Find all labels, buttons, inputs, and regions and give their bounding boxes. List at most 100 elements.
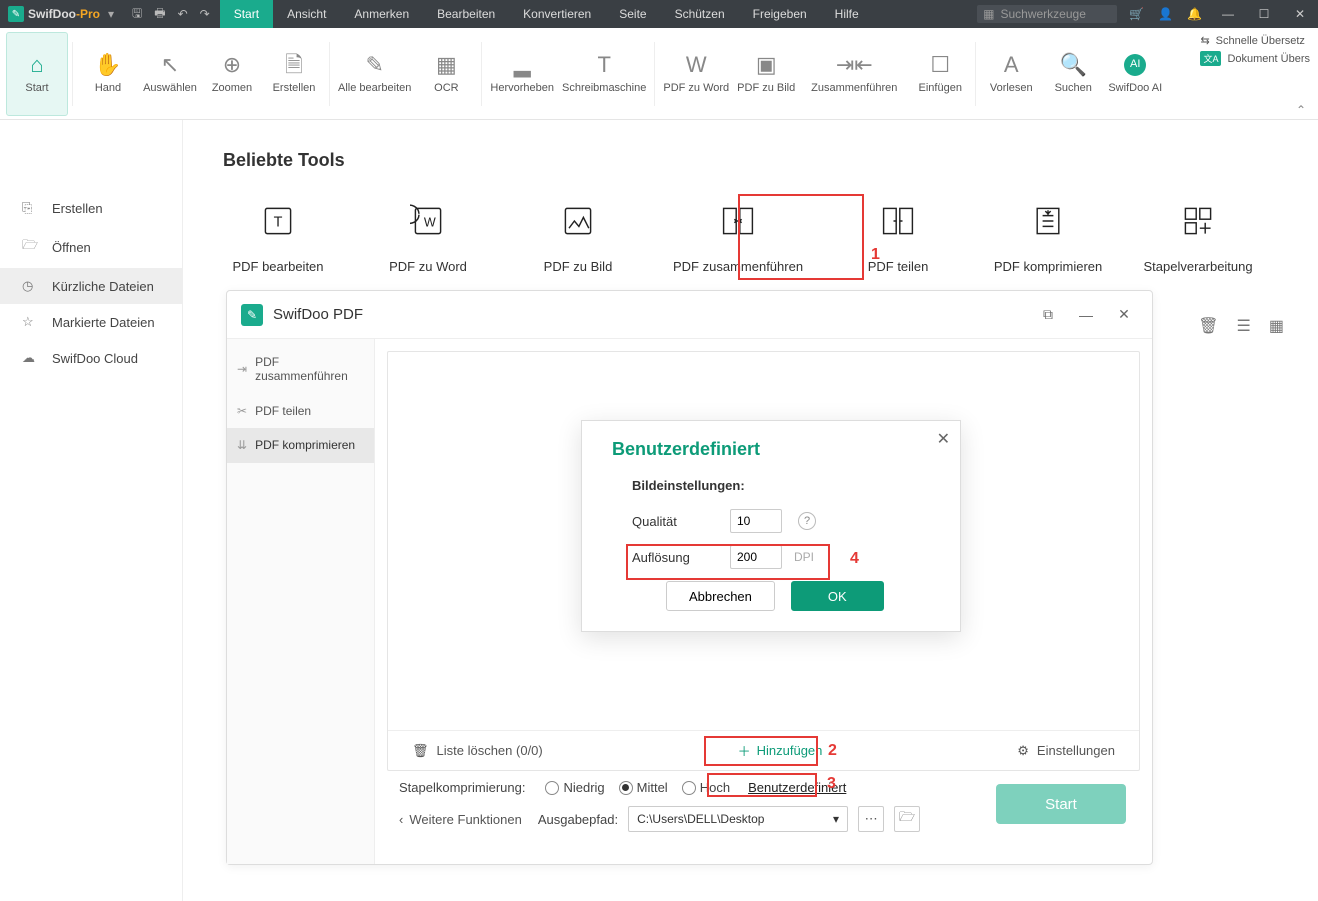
maximize-button[interactable]: ☐ [1246, 0, 1282, 28]
tool-pdf-word[interactable]: WPDF zu Word [373, 201, 483, 274]
radio-high[interactable]: Hoch [682, 780, 730, 795]
start-button[interactable]: Start [996, 784, 1126, 824]
zoom-icon: ⊕ [223, 54, 241, 76]
quality-input[interactable] [730, 509, 782, 533]
ribbon-merge[interactable]: ⇥⇤Zusammenführen [799, 32, 909, 116]
ribbon-edit-all[interactable]: ✎Alle bearbeiten [334, 32, 415, 116]
search-tools[interactable]: ▦ Suchwerkzeuge [977, 5, 1117, 23]
modal-sidebar: ⇥PDF zusammenführen ✂PDF teilen ⇊PDF kom… [227, 339, 375, 864]
ribbon-pdf-image[interactable]: ▣PDF zu Bild [733, 32, 799, 116]
modal-close-icon[interactable]: ✕ [1110, 306, 1138, 323]
browse-folder-button[interactable]: 🗁 [894, 806, 920, 832]
menu-freigeben[interactable]: Freigeben [739, 0, 821, 28]
quality-help-icon[interactable]: ? [798, 512, 816, 530]
ok-button[interactable]: OK [791, 581, 884, 611]
ribbon-zoom[interactable]: ⊕Zoomen [201, 32, 263, 116]
ribbon-pdf-word[interactable]: WPDF zu Word [659, 32, 733, 116]
dpi-label: DPI [794, 550, 814, 564]
tool-pdf-compress[interactable]: PDF komprimieren [993, 201, 1103, 274]
modal-popout-icon[interactable]: ⧉ [1034, 306, 1062, 323]
ribbon-label: OCR [434, 82, 458, 94]
sidebar-open[interactable]: 🗁Öffnen [0, 226, 182, 268]
menu-ansicht[interactable]: Ansicht [273, 0, 340, 28]
ribbon-insert[interactable]: ☐Einfügen [909, 32, 971, 116]
minimize-button[interactable]: ― [1210, 0, 1246, 28]
doc-translate[interactable]: 文ADokument Übers [1200, 51, 1310, 66]
print-icon[interactable]: 🖶 [154, 4, 165, 25]
ribbon-typewriter[interactable]: TSchreibmaschine [558, 32, 650, 116]
ribbon-read[interactable]: AVorlesen [980, 32, 1042, 116]
chevron-left-icon: ‹ [399, 812, 403, 827]
modal-minimize-icon[interactable]: ― [1072, 307, 1100, 323]
tool-pdf-split[interactable]: PDF teilen [843, 201, 953, 274]
star-icon: ☆ [22, 314, 38, 330]
menu-schuetzen[interactable]: Schützen [661, 0, 739, 28]
resolution-input[interactable] [730, 545, 782, 569]
list-view-icon[interactable]: ☰ [1237, 316, 1251, 336]
tool-pdf-merge[interactable]: PDF zusammenführen [673, 201, 803, 274]
ribbon-search[interactable]: 🔍Suchen [1042, 32, 1104, 116]
ribbon-highlight[interactable]: ▂Hervorheben [486, 32, 558, 116]
trash-small-icon: 🗑 [412, 743, 429, 759]
output-label: Ausgabepfad: [538, 812, 618, 827]
ribbon-label: Suchen [1055, 82, 1092, 94]
menu-seite[interactable]: Seite [605, 0, 660, 28]
sidebar-starred[interactable]: ☆Markierte Dateien [0, 304, 182, 340]
ribbon-label: PDF zu Word [663, 82, 729, 94]
highlight-icon: ▂ [514, 54, 531, 76]
merge-small-icon: ⇥ [237, 362, 247, 376]
custom-dialog-close-icon[interactable]: ✕ [937, 429, 950, 449]
close-button[interactable]: ✕ [1282, 0, 1318, 28]
ribbon-start[interactable]: ⌂Start [6, 32, 68, 116]
back-link[interactable]: ‹Weitere Funktionen [399, 812, 522, 827]
output-path-select[interactable]: C:\Users\DELL\Desktop▾ [628, 806, 848, 832]
sidebar-create[interactable]: ⎘Erstellen [0, 190, 182, 226]
custom-link[interactable]: Benutzerdefiniert [744, 779, 850, 796]
ribbon-collapse-icon[interactable]: ⌃ [1296, 103, 1306, 117]
clear-list-button[interactable]: 🗑Liste löschen (0/0) [412, 743, 543, 759]
tool-pdf-edit[interactable]: TPDF bearbeiten [223, 201, 333, 274]
ribbon-hand[interactable]: ✋Hand [77, 32, 139, 116]
ocr-icon: ▦ [436, 54, 457, 76]
menu-anmerken[interactable]: Anmerken [340, 0, 423, 28]
ribbon-select[interactable]: ↖Auswählen [139, 32, 201, 116]
brand-dropdown-icon[interactable]: ▾ [108, 7, 114, 21]
menu-start[interactable]: Start [220, 0, 273, 28]
radio-low[interactable]: Niedrig [545, 780, 604, 795]
ribbon-ocr[interactable]: ▦ OCR [415, 32, 477, 116]
cart-icon[interactable]: 🛒 [1129, 7, 1144, 21]
redo-icon[interactable]: ↷ [200, 7, 210, 21]
ribbon-create[interactable]: 🗎Erstellen [263, 32, 325, 116]
quality-row: Qualität ? [632, 509, 930, 533]
compress-icon [1028, 201, 1068, 241]
modal-side-merge[interactable]: ⇥PDF zusammenführen [227, 345, 374, 394]
window-controls: ― ☐ ✕ [1210, 0, 1318, 28]
cancel-button[interactable]: Abbrechen [666, 581, 775, 611]
undo-icon[interactable]: ↶ [178, 7, 188, 21]
ribbon-label: Auswählen [143, 82, 197, 94]
more-options-button[interactable]: ⋯ [858, 806, 884, 832]
quality-label: Qualität [632, 514, 722, 529]
add-files-button[interactable]: ＋Hinzufügen [726, 736, 835, 765]
save-icon[interactable]: 🖫 [132, 4, 142, 25]
trash-icon[interactable]: 🗑 [1198, 316, 1218, 336]
split-icon [878, 201, 918, 241]
modal-side-split[interactable]: ✂PDF teilen [227, 394, 374, 428]
sidebar-recent[interactable]: ◷Kürzliche Dateien [0, 268, 182, 304]
bell-icon[interactable]: 🔔 [1187, 7, 1202, 21]
user-icon[interactable]: 👤 [1158, 7, 1173, 21]
modal-side-compress[interactable]: ⇊PDF komprimieren [227, 428, 374, 462]
tool-batch[interactable]: Stapelverarbeitung [1143, 201, 1253, 274]
menu-bearbeiten[interactable]: Bearbeiten [423, 0, 509, 28]
ribbon-label: Erstellen [273, 82, 316, 94]
menu-konvertieren[interactable]: Konvertieren [509, 0, 605, 28]
quick-translate[interactable]: ⇆Schnelle Übersetz [1200, 34, 1310, 47]
grid-view-icon[interactable]: ▦ [1269, 316, 1284, 336]
radio-medium[interactable]: Mittel [619, 780, 668, 795]
settings-button[interactable]: ⚙Einstellungen [1017, 743, 1115, 759]
ribbon-ai[interactable]: AISwifDoo AI [1104, 32, 1166, 116]
menu-hilfe[interactable]: Hilfe [821, 0, 873, 28]
svg-text:W: W [424, 215, 436, 229]
tool-pdf-image[interactable]: PDF zu Bild [523, 201, 633, 274]
sidebar-cloud[interactable]: ☁SwifDoo Cloud [0, 340, 182, 376]
